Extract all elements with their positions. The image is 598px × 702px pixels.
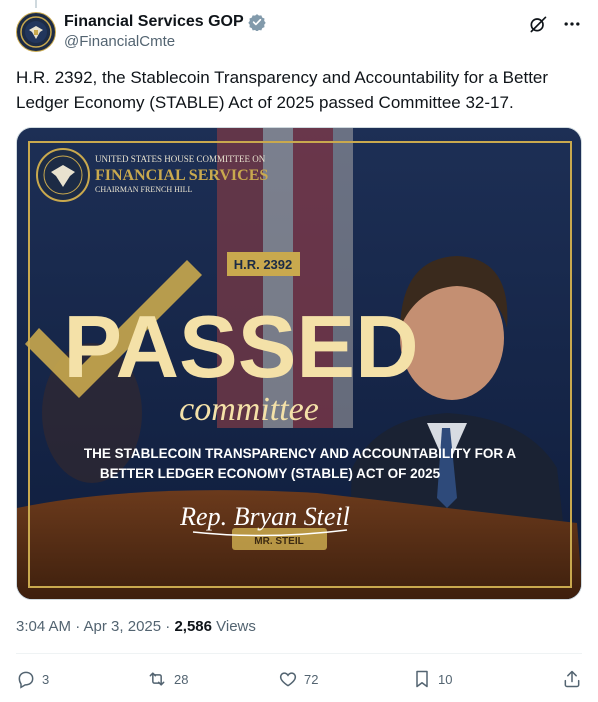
signature: Rep. Bryan Steil: [179, 502, 350, 531]
repost-icon: [149, 672, 165, 686]
media-graphic: MR. STEIL UNITED STATES HOUSE COMMITTEE …: [17, 128, 581, 599]
action-bar: 3 28 72 10: [16, 664, 582, 694]
nameplate-text: MR. STEIL: [254, 536, 303, 547]
thread-line: [35, 0, 37, 8]
avatar[interactable]: [16, 12, 56, 52]
tweet-meta: 3:04 AM · Apr 3, 2025 · 2,586 Views: [16, 618, 256, 635]
display-name[interactable]: Financial Services GOP: [64, 13, 244, 31]
bookmark-icon: [416, 670, 428, 688]
reply-icon: [18, 671, 34, 689]
like-button[interactable]: 72: [278, 669, 412, 689]
grok-icon[interactable]: [528, 14, 548, 34]
subhead: committee: [179, 391, 319, 428]
repost-count: 28: [174, 671, 189, 687]
bookmark-count: 10: [438, 671, 453, 687]
tweet-text: H.R. 2392, the Stablecoin Transparency a…: [16, 68, 549, 112]
top-actions: [528, 14, 582, 34]
headline: PASSED: [63, 297, 418, 396]
org-line3: CHAIRMAN FRENCH HILL: [95, 185, 192, 194]
more-icon[interactable]: [562, 14, 582, 34]
bill-title-line2: BETTER LEDGER ECONOMY (STABLE) ACT OF 20…: [100, 466, 441, 481]
timestamp[interactable]: 3:04 AM · Apr 3, 2025 ·: [16, 618, 174, 635]
divider: [16, 653, 582, 654]
seal-icon: [20, 16, 52, 48]
repost-button[interactable]: 28: [146, 669, 278, 689]
views-label: Views: [211, 618, 256, 635]
tweet-media[interactable]: MR. STEIL UNITED STATES HOUSE COMMITTEE …: [16, 127, 582, 600]
org-line2: FINANCIAL SERVICES: [95, 167, 268, 184]
views-count: 2,586: [174, 618, 212, 635]
reply-count: 3: [42, 671, 50, 687]
like-icon: [279, 672, 297, 687]
like-count: 72: [304, 671, 319, 687]
org-line1: UNITED STATES HOUSE COMMITTEE ON: [95, 154, 266, 164]
author-name-row: Financial Services GOP: [64, 11, 266, 33]
bill-title-line1: THE STABLECOIN TRANSPARENCY AND ACCOUNTA…: [84, 446, 517, 461]
bookmark-button[interactable]: 10: [412, 669, 542, 689]
share-button[interactable]: [562, 669, 582, 689]
handle[interactable]: @FinancialCmte: [64, 33, 175, 50]
bill-badge-text: H.R. 2392: [234, 257, 293, 272]
verified-badge-icon[interactable]: [247, 13, 266, 31]
seal-icon: [36, 148, 90, 202]
share-icon: [564, 670, 580, 688]
reply-button[interactable]: 3: [16, 669, 146, 689]
